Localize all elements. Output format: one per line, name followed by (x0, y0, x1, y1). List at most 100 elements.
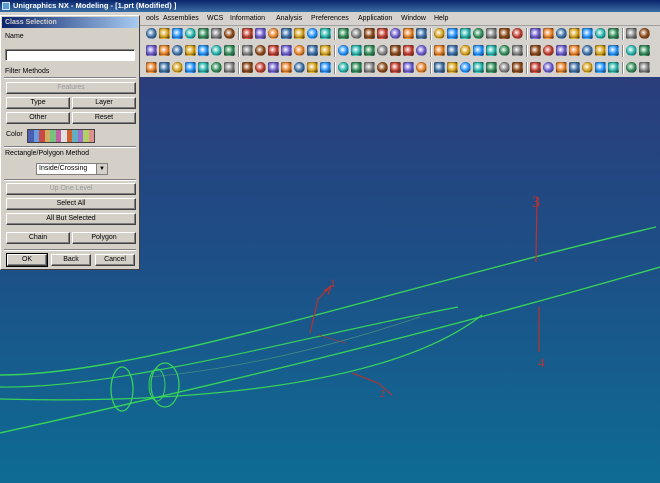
toolbar-tool-icon[interactable] (403, 62, 414, 73)
toolbar-tool-icon[interactable] (320, 28, 331, 39)
toolbar-tool-icon[interactable] (320, 45, 331, 56)
toolbar-tool-icon[interactable] (556, 45, 567, 56)
toolbar-tool-icon[interactable] (146, 45, 157, 56)
toolbar-tool-icon[interactable] (582, 62, 593, 73)
toolbar-tool-icon[interactable] (512, 28, 523, 39)
toolbar-tool-icon[interactable] (364, 28, 375, 39)
toolbar-tool-icon[interactable] (486, 62, 497, 73)
toolbar-tool-icon[interactable] (198, 62, 209, 73)
toolbar-tool-icon[interactable] (146, 62, 157, 73)
menu-assemblies[interactable]: Assemblies (163, 13, 199, 24)
toolbar-tool-icon[interactable] (172, 28, 183, 39)
toolbar-tool-icon[interactable] (434, 45, 445, 56)
toolbar-tool-icon[interactable] (556, 28, 567, 39)
toolbar-tool-icon[interactable] (159, 28, 170, 39)
rect-polygon-select[interactable]: Inside/Crossing ▼ (36, 163, 108, 175)
toolbar-tool-icon[interactable] (569, 28, 580, 39)
toolbar-tool-icon[interactable] (198, 45, 209, 56)
toolbar-tool-icon[interactable] (416, 28, 427, 39)
toolbar-tool-icon[interactable] (242, 28, 253, 39)
toolbar-tool-icon[interactable] (447, 28, 458, 39)
toolbar-tool-icon[interactable] (626, 45, 637, 56)
toolbar-tool-icon[interactable] (294, 62, 305, 73)
toolbar-tool-icon[interactable] (639, 28, 650, 39)
type-button[interactable]: Type (6, 97, 70, 109)
toolbar-tool-icon[interactable] (595, 45, 606, 56)
toolbar-tool-icon[interactable] (146, 28, 157, 39)
toolbar-tool-icon[interactable] (626, 28, 637, 39)
toolbar-tool-icon[interactable] (351, 62, 362, 73)
toolbar-tool-icon[interactable] (473, 28, 484, 39)
curve-middle[interactable] (0, 306, 459, 388)
toolbar-tool-icon[interactable] (159, 45, 170, 56)
chain-button[interactable]: Chain (6, 232, 70, 244)
toolbar-tool-icon[interactable] (626, 62, 637, 73)
toolbar-tool-icon[interactable] (224, 28, 235, 39)
curve-bottom[interactable] (0, 314, 483, 401)
toolbar-tool-icon[interactable] (159, 62, 170, 73)
toolbar-tool-icon[interactable] (460, 62, 471, 73)
toolbar-tool-icon[interactable] (172, 45, 183, 56)
toolbar-tool-icon[interactable] (416, 45, 427, 56)
toolbar-tool-icon[interactable] (416, 62, 427, 73)
back-button[interactable]: Back (51, 254, 91, 266)
toolbar-tool-icon[interactable] (294, 45, 305, 56)
toolbar-tool-icon[interactable] (338, 45, 349, 56)
toolbar-tool-icon[interactable] (320, 62, 331, 73)
toolbar-tool-icon[interactable] (447, 62, 458, 73)
toolbar-tool-icon[interactable] (390, 62, 401, 73)
polygon-button[interactable]: Polygon (72, 232, 136, 244)
toolbar-tool-icon[interactable] (281, 45, 292, 56)
toolbar-tool-icon[interactable] (185, 28, 196, 39)
toolbar-tool-icon[interactable] (543, 28, 554, 39)
up-one-level-button[interactable]: Up One Level (6, 183, 136, 195)
toolbar-tool-icon[interactable] (390, 28, 401, 39)
select-all-button[interactable]: Select All (6, 198, 136, 210)
toolbar-tool-icon[interactable] (403, 45, 414, 56)
toolbar-tool-icon[interactable] (294, 28, 305, 39)
toolbar-tool-icon[interactable] (198, 28, 209, 39)
toolbar-tool-icon[interactable] (512, 62, 523, 73)
toolbar-tool-icon[interactable] (530, 28, 541, 39)
toolbar-tool-icon[interactable] (608, 62, 619, 73)
toolbar-tool-icon[interactable] (377, 62, 388, 73)
toolbar-tool-icon[interactable] (582, 45, 593, 56)
toolbar-tool-icon[interactable] (499, 62, 510, 73)
toolbar-tool-icon[interactable] (377, 45, 388, 56)
ok-button[interactable]: OK (6, 253, 48, 267)
toolbar-tool-icon[interactable] (582, 28, 593, 39)
toolbar-tool-icon[interactable] (211, 28, 222, 39)
toolbar-tool-icon[interactable] (530, 62, 541, 73)
toolbar-tool-icon[interactable] (486, 28, 497, 39)
layer-button[interactable]: Layer (72, 97, 136, 109)
toolbar-tool-icon[interactable] (268, 45, 279, 56)
toolbar-tool-icon[interactable] (255, 62, 266, 73)
toolbar-tool-icon[interactable] (434, 62, 445, 73)
toolbar-tool-icon[interactable] (486, 45, 497, 56)
toolbar-tool-icon[interactable] (512, 45, 523, 56)
toolbar-tool-icon[interactable] (569, 45, 580, 56)
toolbar-tool-icon[interactable] (543, 62, 554, 73)
tube-end-left[interactable] (110, 366, 134, 412)
toolbar-tool-icon[interactable] (364, 62, 375, 73)
toolbar-tool-icon[interactable] (499, 28, 510, 39)
toolbar-tool-icon[interactable] (595, 28, 606, 39)
toolbar-tool-icon[interactable] (460, 28, 471, 39)
toolbar-tool-icon[interactable] (224, 62, 235, 73)
reset-button[interactable]: Reset (72, 112, 136, 124)
cancel-button[interactable]: Cancel (95, 254, 135, 266)
toolbar-tool-icon[interactable] (403, 28, 414, 39)
toolbar-tool-icon[interactable] (211, 62, 222, 73)
toolbar-tool-icon[interactable] (473, 45, 484, 56)
curve-lower-long[interactable] (0, 266, 660, 434)
toolbar-tool-icon[interactable] (447, 45, 458, 56)
toolbar-tool-icon[interactable] (281, 28, 292, 39)
menu-preferences[interactable]: Preferences (311, 13, 349, 24)
toolbar-tool-icon[interactable] (268, 28, 279, 39)
toolbar-tool-icon[interactable] (185, 45, 196, 56)
toolbar-tool-icon[interactable] (307, 62, 318, 73)
toolbar-tool-icon[interactable] (390, 45, 401, 56)
toolbar-tool-icon[interactable] (499, 45, 510, 56)
toolbar-tool-icon[interactable] (242, 45, 253, 56)
toolbar-tool-icon[interactable] (608, 28, 619, 39)
